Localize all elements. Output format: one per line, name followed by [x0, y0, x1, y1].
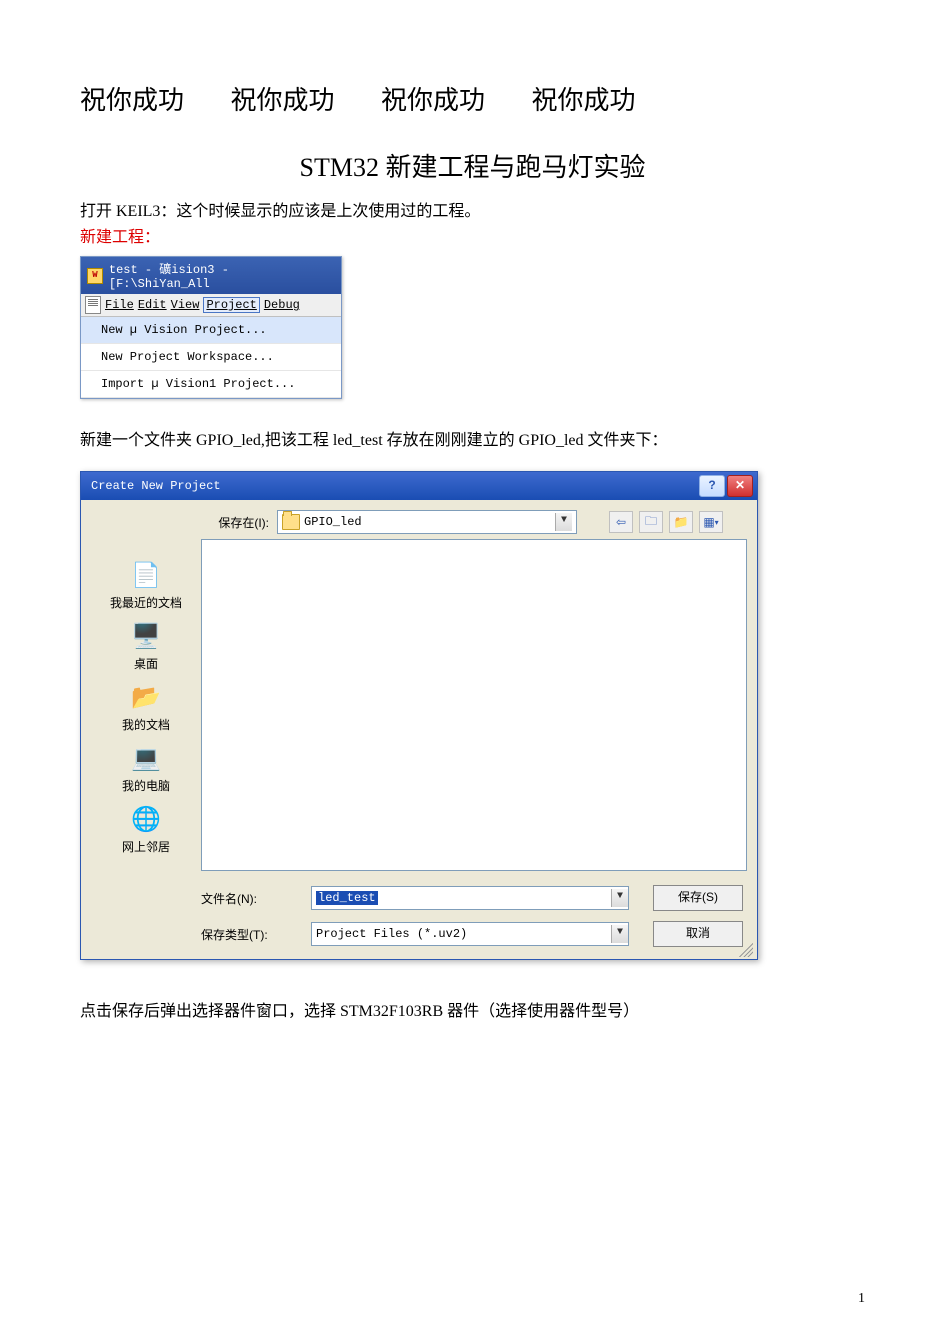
doc-title: STM32 新建工程与跑马灯实验 [80, 147, 865, 184]
place-desktop[interactable]: 🖥️ 桌面 [129, 619, 163, 672]
keil-menubar: File Edit View Project Debug [81, 294, 341, 317]
create-project-dialog: Create New Project ? ✕ 📄 我最近的文档 🖥️ 桌面 📂 … [80, 471, 758, 960]
paragraph-device: 点击保存后弹出选择器件窗口，选择 STM32F103RB 器件（选择使用器件型号… [80, 1000, 865, 1024]
menu-new-vision-project[interactable]: New µ Vision Project... [81, 317, 341, 344]
menu-project[interactable]: Project [203, 297, 259, 313]
document-icon [85, 296, 101, 314]
menu-debug[interactable]: Debug [264, 298, 300, 312]
menu-edit[interactable]: Edit [138, 298, 167, 312]
paragraph-folder: 新建一个文件夹 GPIO_led,把该工程 led_test 存放在刚刚建立的 … [80, 429, 865, 453]
dropdown-arrow-icon[interactable]: ▼ [555, 513, 572, 531]
dialog-title-text: Create New Project [91, 479, 221, 493]
dropdown-arrow-icon[interactable]: ▼ [611, 889, 628, 907]
nav-newfolder-button[interactable]: 📁 [669, 511, 693, 533]
folder-icon [282, 514, 300, 530]
recent-docs-icon: 📄 [129, 558, 163, 592]
keil-app-icon: W [87, 268, 103, 284]
dropdown-arrow-icon[interactable]: ▼ [611, 925, 628, 943]
places-bar: 📄 我最近的文档 🖥️ 桌面 📂 我的文档 💻 我的电脑 🌐 网上 [91, 510, 201, 871]
keil-titlebar: W test - 礦ision3 - [F:\ShiYan_All [81, 257, 341, 294]
keil-window: W test - 礦ision3 - [F:\ShiYan_All File E… [80, 256, 342, 399]
place-network[interactable]: 🌐 网上邻居 [122, 802, 170, 855]
place-mydocs[interactable]: 📂 我的文档 [122, 680, 170, 733]
save-in-value: GPIO_led [304, 515, 362, 529]
filename-input[interactable]: led_test ▼ [311, 886, 629, 910]
save-button[interactable]: 保存(S) [653, 885, 743, 911]
dialog-titlebar: Create New Project ? ✕ [81, 472, 757, 500]
filename-label: 文件名(N): [201, 890, 287, 907]
menu-file[interactable]: File [105, 298, 134, 312]
menu-import-project[interactable]: Import µ Vision1 Project... [81, 371, 341, 398]
page-number: 1 [858, 1291, 865, 1307]
new-project-label: 新建工程： [80, 226, 865, 250]
network-icon: 🌐 [129, 802, 163, 836]
filetype-label: 保存类型(T): [201, 926, 287, 943]
nav-up-button[interactable]: 🗀 [639, 511, 663, 533]
intro-line: 打开 KEIL3：这个时候显示的应该是上次使用过的工程。 [80, 200, 865, 224]
mydocs-icon: 📂 [129, 680, 163, 714]
mycomputer-icon: 💻 [129, 741, 163, 775]
nav-views-button[interactable]: ▦▾ [699, 511, 723, 533]
resize-grip-icon[interactable] [739, 943, 753, 957]
save-in-label: 保存在(I): [201, 514, 269, 531]
menu-view[interactable]: View [171, 298, 200, 312]
wish-line: 祝你成功 祝你成功 祝你成功 祝你成功 [80, 80, 865, 117]
place-mycomputer[interactable]: 💻 我的电脑 [122, 741, 170, 794]
filetype-combo[interactable]: Project Files (*.uv2) ▼ [311, 922, 629, 946]
place-recent[interactable]: 📄 我最近的文档 [110, 558, 182, 611]
close-button[interactable]: ✕ [727, 475, 753, 497]
file-list-area[interactable] [201, 539, 747, 871]
cancel-button[interactable]: 取消 [653, 921, 743, 947]
help-button[interactable]: ? [699, 475, 725, 497]
keil-submenu: New µ Vision Project... New Project Work… [81, 317, 341, 398]
desktop-icon: 🖥️ [129, 619, 163, 653]
nav-back-button[interactable]: ⇦ [609, 511, 633, 533]
save-in-combo[interactable]: GPIO_led ▼ [277, 510, 577, 534]
menu-new-workspace[interactable]: New Project Workspace... [81, 344, 341, 371]
